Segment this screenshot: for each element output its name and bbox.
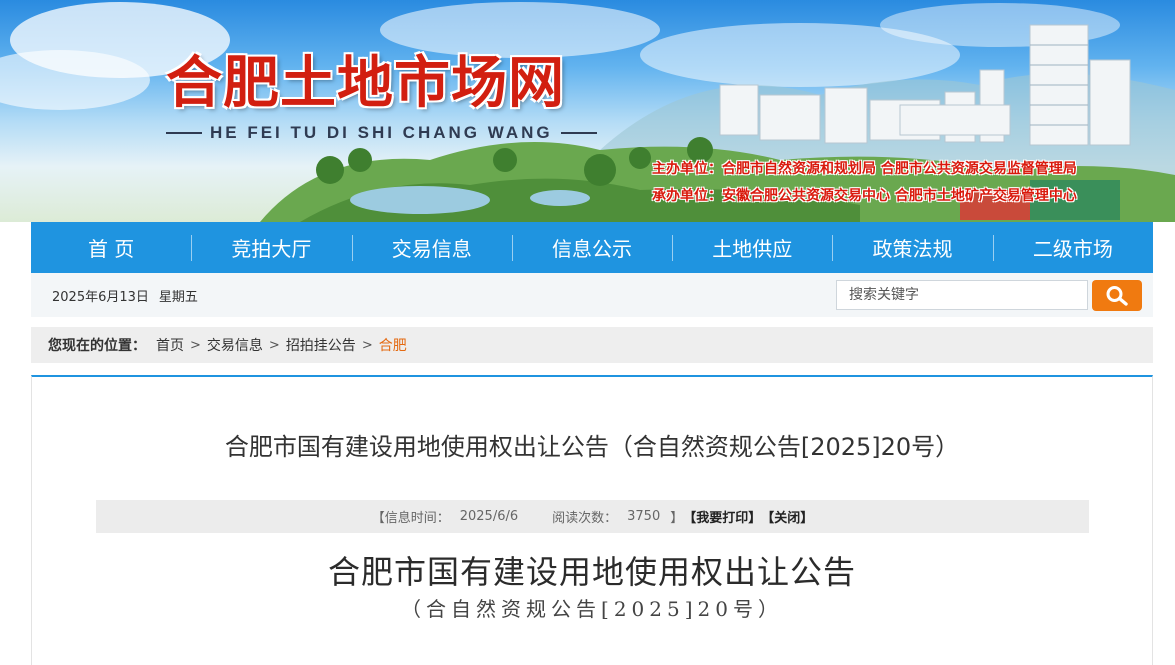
breadcrumb-label: 您现在的位置： [48,338,146,354]
views-label: 阅读次数： [552,511,618,526]
breadcrumb-current[interactable]: 合肥 [379,335,407,355]
publish-date: 2025/6/6 [459,509,519,524]
breadcrumb-home[interactable]: 首页 [156,335,184,355]
divider [166,132,202,134]
site-banner: 合肥土地市场网 HE FEI TU DI SHI CHANG WANG 主办单位… [0,0,1175,222]
meta-close: 】 [670,511,684,526]
nav-item-public-notice[interactable]: 信息公示 [511,222,672,273]
document-number: （合自然资规公告[2025]20号） [401,597,783,621]
weekday: 星期五 [158,290,198,305]
organizer-units: 承办单位：安徽合肥公共资源交易中心 合肥市土地矿产交易管理中心 [652,188,1077,204]
views-count: 3750 [627,509,661,524]
site-pinyin: HE FEI TU DI SHI CHANG WANG [166,120,597,146]
article-title: 合肥市国有建设用地使用权出让公告（合自然资规公告[2025]20号） [224,433,960,461]
site-title: 合肥土地市场网 [166,51,565,116]
date-value: 2025年6月13日 [52,290,149,305]
info-bar: 2025年6月13日 星期五 [31,273,1153,317]
nav-item-home[interactable]: 首 页 [31,222,191,273]
chevron-right-icon: > [190,337,201,353]
search-icon [1106,285,1128,306]
divider [560,132,597,134]
host-units: 主办单位：合肥市自然资源和规划局 合肥市公共资源交易监督管理局 [652,161,1077,177]
site-pinyin-text: HE FEI TU DI SHI CHANG WANG [210,123,553,142]
breadcrumb: 您现在的位置： 首页 > 交易信息 > 招拍挂公告 > 合肥 [31,327,1153,363]
document-title: 合肥市国有建设用地使用权出让公告 [327,553,856,591]
chevron-right-icon: > [361,337,373,353]
current-date: 2025年6月13日 星期五 [52,286,198,305]
nav-item-secondary-market[interactable]: 二级市场 [992,222,1153,273]
search-button[interactable] [1092,280,1142,311]
breadcrumb-auction-notice[interactable]: 招拍挂公告 [286,335,356,355]
breadcrumb-trade-info[interactable]: 交易信息 [207,335,263,355]
meta-open: 【信息时间： [371,511,450,526]
close-button[interactable]: 【关闭】 [761,507,813,526]
chevron-right-icon: > [268,337,280,353]
main-nav: 首 页 竞拍大厅 交易信息 信息公示 土地供应 政策法规 二级市场 [31,222,1153,273]
article-panel: 合肥市国有建设用地使用权出让公告（合自然资规公告[2025]20号） 【信息时间… [31,375,1153,665]
nav-item-policy[interactable]: 政策法规 [832,222,992,273]
nav-item-auction-hall[interactable]: 竞拍大厅 [191,222,351,273]
nav-item-land-supply[interactable]: 土地供应 [672,222,832,273]
print-button[interactable]: 【我要打印】 [683,507,761,526]
search-input[interactable] [836,280,1088,310]
nav-item-trade-info[interactable]: 交易信息 [351,222,512,273]
article-meta: 【信息时间： 2025/6/6 阅读次数： 3750 】 【我要打印】 【关闭】 [96,500,1089,533]
